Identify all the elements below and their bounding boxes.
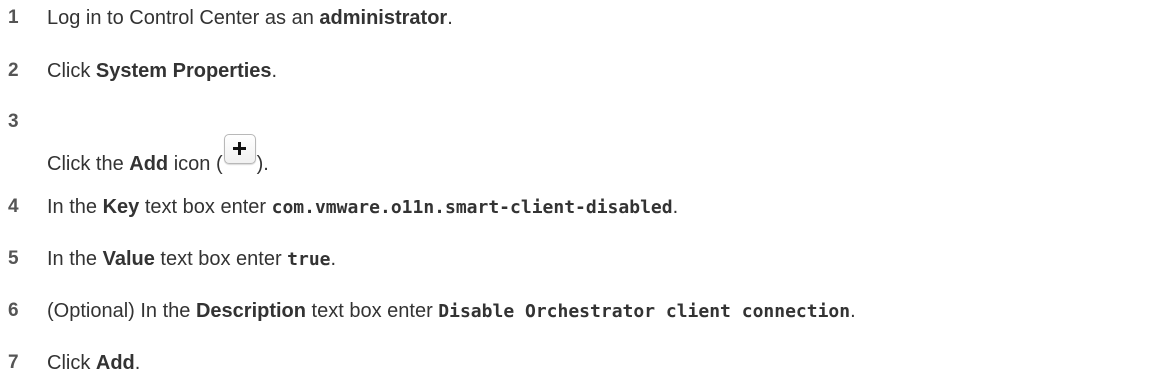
step-text: (Optional) In the Description text box e… xyxy=(47,300,856,322)
step-text: Click System Properties. xyxy=(47,60,278,82)
plus-icon xyxy=(232,142,246,155)
step-number: 7 xyxy=(8,352,19,373)
step-number: 2 xyxy=(8,60,19,81)
step-5: 5 In the Value text box enter true. xyxy=(0,247,1150,277)
step-text: Log in to Control Center as an administr… xyxy=(47,7,453,29)
bold-term: Key xyxy=(102,196,140,218)
step-2: 2 Click System Properties. xyxy=(0,59,1150,89)
bold-term: Add xyxy=(95,352,135,374)
bold-term: Value xyxy=(102,248,155,270)
bold-term: administrator xyxy=(319,7,448,29)
step-7: 7 Click Add. xyxy=(0,351,1150,381)
code-value: com.vmware.o11n.smart-client-disabled xyxy=(271,197,673,218)
step-3: 3 Click the Add icon (). xyxy=(0,110,1150,175)
bold-term: Add xyxy=(129,153,169,175)
add-button-icon xyxy=(223,134,256,164)
bold-term: Description xyxy=(195,300,306,322)
step-number: 3 xyxy=(8,111,19,132)
step-4: 4 In the Key text box enter com.vmware.o… xyxy=(0,195,1150,225)
step-text: Click Add. xyxy=(47,352,141,374)
step-6: 6 (Optional) In the Description text box… xyxy=(0,299,1150,329)
step-1: 1 Log in to Control Center as an adminis… xyxy=(0,6,1150,36)
step-number: 5 xyxy=(8,248,19,269)
procedure-steps: 1 Log in to Control Center as an adminis… xyxy=(0,0,1150,389)
step-number: 6 xyxy=(8,300,19,321)
step-number: 1 xyxy=(8,7,19,28)
step-text: In the Key text box enter com.vmware.o11… xyxy=(47,196,679,218)
code-value: true xyxy=(287,249,331,270)
code-value: Disable Orchestrator client connection xyxy=(438,301,851,322)
step-text: In the Value text box enter true. xyxy=(47,248,337,270)
step-text: Click the Add icon (). xyxy=(47,134,269,176)
bold-term: System Properties xyxy=(95,60,272,82)
step-number: 4 xyxy=(8,196,19,217)
